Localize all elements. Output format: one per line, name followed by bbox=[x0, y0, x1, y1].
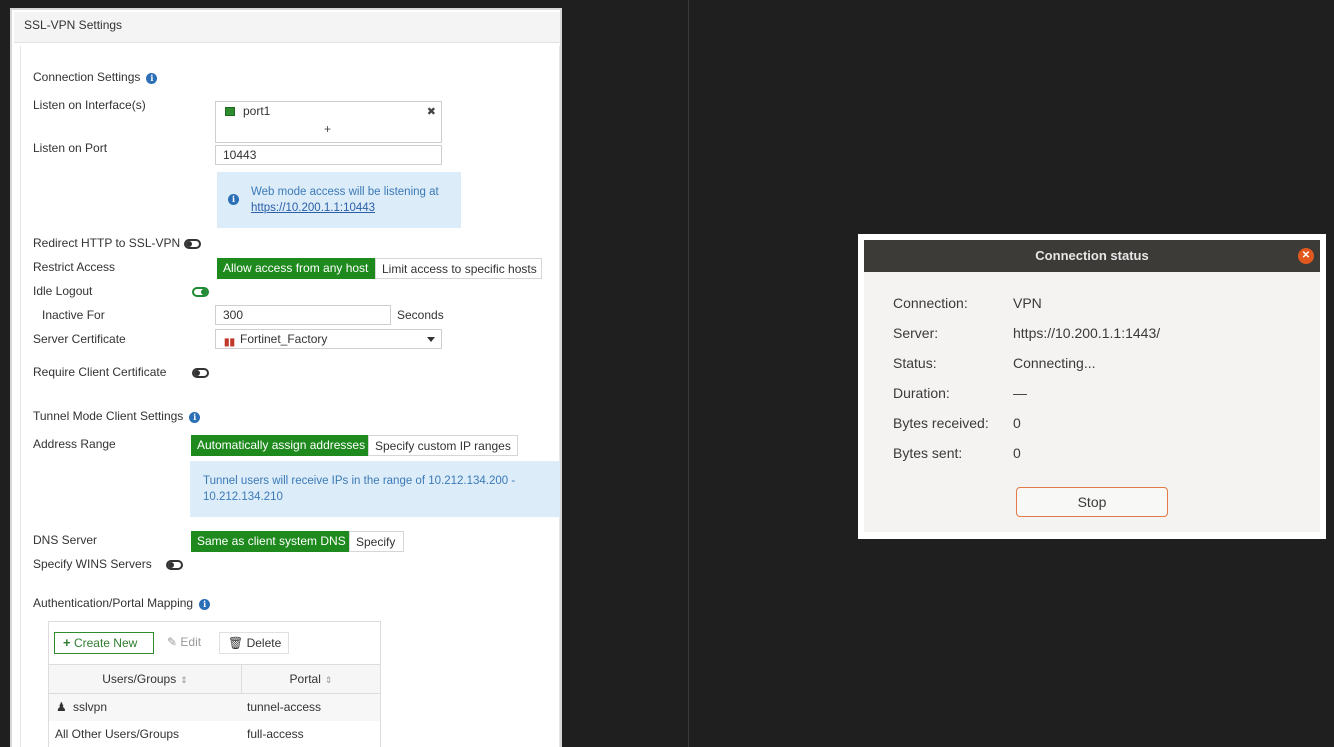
server-certificate-label: Server Certificate bbox=[33, 332, 126, 346]
tunnel-settings-heading: Tunnel Mode Client Settings i bbox=[33, 409, 201, 423]
require-client-cert-toggle[interactable] bbox=[192, 368, 209, 378]
web-mode-info-text: Web mode access will be listening at bbox=[251, 186, 439, 198]
row-portal: full-access bbox=[247, 727, 304, 741]
row-users: sslvpn bbox=[73, 700, 108, 714]
redirect-http-label: Redirect HTTP to SSL-VPN bbox=[33, 236, 181, 250]
interface-entry: port1 bbox=[243, 104, 271, 118]
wins-servers-label: Specify WINS Servers bbox=[33, 557, 152, 571]
edit-button[interactable]: ✎ Edit bbox=[167, 632, 213, 654]
auto-assign-addresses-option[interactable]: Automatically assign addresses bbox=[191, 435, 368, 456]
bytes-received-key: Bytes received: bbox=[893, 415, 989, 431]
dialog-body: Connection: VPN Server: https://10.200.1… bbox=[864, 272, 1320, 532]
create-new-label: Create New bbox=[73, 636, 138, 650]
row-users: All Other Users/Groups bbox=[55, 727, 180, 741]
status-key: Status: bbox=[893, 355, 937, 371]
info-icon: i bbox=[228, 194, 239, 205]
web-mode-url-link[interactable]: https://10.200.1.1:10443 bbox=[251, 202, 375, 214]
specify-dns-option[interactable]: Specify bbox=[349, 531, 404, 552]
address-range-label: Address Range bbox=[33, 437, 116, 451]
restrict-access-label: Restrict Access bbox=[33, 260, 116, 274]
server-certificate-select[interactable]: ▮▮ Fortinet_Factory bbox=[215, 329, 442, 349]
tunnel-settings-label: Tunnel Mode Client Settings bbox=[33, 409, 184, 423]
address-range-info-box: Tunnel users will receive IPs in the ran… bbox=[190, 461, 560, 517]
inactive-for-input[interactable]: 300 bbox=[215, 305, 391, 325]
trash-icon: 🗑 bbox=[228, 636, 244, 650]
connection-settings-heading: Connection Settings i bbox=[33, 70, 158, 84]
auth-mapping-label: Authentication/Portal Mapping bbox=[33, 596, 194, 610]
stop-button[interactable]: Stop bbox=[1016, 487, 1168, 517]
bytes-sent-key: Bytes sent: bbox=[893, 445, 963, 461]
bytes-sent-value: 0 bbox=[1013, 445, 1021, 461]
connection-value: VPN bbox=[1013, 295, 1042, 311]
inactive-for-label: Inactive For bbox=[42, 308, 105, 322]
delete-button[interactable]: 🗑 Delete bbox=[219, 632, 289, 654]
dialog-titlebar[interactable]: Connection status ✕ bbox=[864, 240, 1320, 272]
listen-interface-label: Listen on Interface(s) bbox=[33, 98, 146, 112]
dialog-title: Connection status bbox=[1035, 248, 1149, 263]
panel-title: SSL-VPN Settings bbox=[14, 12, 560, 43]
create-new-button[interactable]: + Create New bbox=[54, 632, 154, 654]
panel-content: Connection Settings i Listen on Interface… bbox=[20, 46, 560, 747]
table-row[interactable]: All Other Users/Groups full-access bbox=[49, 721, 380, 747]
dns-server-label: DNS Server bbox=[33, 533, 98, 547]
connection-key: Connection: bbox=[893, 295, 968, 311]
sort-icon: ⇕ bbox=[324, 675, 333, 685]
plus-icon: + bbox=[63, 635, 71, 650]
remove-interface-icon[interactable]: ✖ bbox=[427, 105, 436, 118]
bytes-received-value: 0 bbox=[1013, 415, 1021, 431]
network-port-icon bbox=[225, 107, 235, 116]
server-value: https://10.200.1.1:1443/ bbox=[1013, 325, 1161, 341]
close-icon[interactable]: ✕ bbox=[1298, 248, 1314, 264]
idle-logout-label: Idle Logout bbox=[33, 284, 93, 298]
edit-label: Edit bbox=[180, 635, 202, 649]
server-key: Server: bbox=[893, 325, 939, 341]
listen-port-label: Listen on Port bbox=[33, 141, 108, 155]
status-value: Connecting... bbox=[1013, 355, 1096, 371]
user-icon: ♟ bbox=[56, 700, 67, 714]
auth-mapping-table: + Create New ✎ Edit 🗑 Delete Users/Group… bbox=[48, 621, 381, 747]
info-icon[interactable]: i bbox=[199, 599, 211, 610]
idle-logout-toggle[interactable] bbox=[192, 287, 209, 297]
same-as-client-dns-option[interactable]: Same as client system DNS bbox=[191, 531, 349, 552]
wins-servers-toggle[interactable] bbox=[166, 560, 183, 570]
require-client-cert-label: Require Client Certificate bbox=[33, 365, 167, 379]
info-icon[interactable]: i bbox=[146, 73, 158, 84]
table-row[interactable]: ♟ sslvpn tunnel-access bbox=[49, 694, 380, 721]
ssl-vpn-settings-panel: SSL-VPN Settings Connection Settings i Li… bbox=[10, 8, 562, 747]
screen-divider bbox=[688, 0, 689, 747]
sort-icon: ⇕ bbox=[180, 675, 188, 685]
redirect-http-toggle[interactable] bbox=[184, 239, 201, 249]
connection-status-dialog: Connection status ✕ Connection: VPN Serv… bbox=[858, 234, 1326, 539]
auth-mapping-heading: Authentication/Portal Mapping i bbox=[33, 596, 211, 610]
column-label: Portal bbox=[289, 672, 321, 686]
allow-any-host-option[interactable]: Allow access from any host bbox=[217, 258, 375, 279]
pencil-icon: ✎ bbox=[167, 635, 178, 649]
column-label: Users/Groups bbox=[102, 672, 177, 686]
server-certificate-value: Fortinet_Factory bbox=[240, 332, 328, 346]
limit-specific-hosts-option[interactable]: Limit access to specific hosts bbox=[375, 258, 542, 279]
address-range-info-text: Tunnel users will receive IPs in the ran… bbox=[203, 475, 516, 503]
delete-label: Delete bbox=[246, 636, 282, 650]
users-groups-column-header[interactable]: Users/Groups ⇕ bbox=[49, 664, 241, 694]
custom-ip-ranges-option[interactable]: Specify custom IP ranges bbox=[368, 435, 518, 456]
portal-column-header[interactable]: Portal ⇕ bbox=[241, 664, 380, 694]
row-portal: tunnel-access bbox=[247, 700, 322, 714]
listen-port-input[interactable]: 10443 bbox=[215, 145, 442, 165]
chevron-down-icon bbox=[427, 337, 435, 342]
duration-key: Duration: bbox=[893, 385, 950, 401]
seconds-unit-label: Seconds bbox=[397, 308, 444, 322]
info-icon[interactable]: i bbox=[189, 412, 201, 423]
duration-value: — bbox=[1013, 385, 1027, 401]
web-mode-info-box: i Web mode access will be listening at h… bbox=[217, 172, 461, 228]
certificate-icon: ▮▮ bbox=[224, 337, 236, 348]
add-interface-icon[interactable]: + bbox=[324, 122, 331, 136]
connection-settings-label: Connection Settings bbox=[33, 70, 141, 84]
interface-selector[interactable]: port1 ✖ + bbox=[215, 101, 442, 143]
